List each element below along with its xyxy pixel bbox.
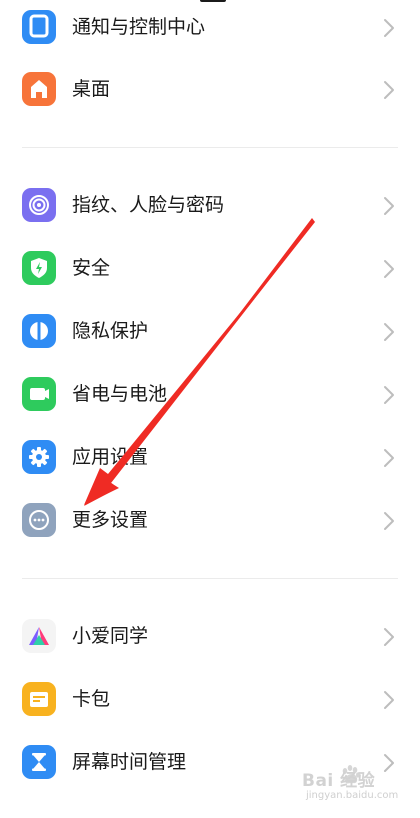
settings-item-battery[interactable]: 省电与电池 [0, 363, 420, 426]
settings-item-label: 通知与控制中心 [72, 16, 206, 38]
settings-item-desktop[interactable]: 桌面 [0, 58, 420, 121]
settings-item-more-settings[interactable]: 更多设置 [0, 489, 420, 552]
xiaoai-icon [22, 619, 56, 653]
section-divider [22, 578, 398, 579]
shield-icon [22, 251, 56, 285]
wallet-icon [22, 682, 56, 716]
chevron-right-icon [384, 81, 394, 99]
settings-item-label: 应用设置 [72, 446, 149, 468]
chevron-right-icon [384, 512, 394, 530]
settings-item-label: 更多设置 [72, 509, 149, 531]
chevron-right-icon [384, 19, 394, 37]
settings-item-label: 指纹、人脸与密码 [72, 194, 225, 216]
settings-item-label: 安全 [72, 257, 111, 279]
settings-item-label: 省电与电池 [72, 383, 168, 405]
watermark-text: Bai 经验 [302, 771, 376, 791]
settings-item-label: 隐私保护 [72, 320, 149, 342]
settings-item-label: 桌面 [72, 78, 111, 100]
settings-screen: 通知与控制中心 桌面 指纹、人脸与密码 安全 隐私保护 省电与电池 应用设置 更… [0, 0, 420, 818]
settings-item-label: 小爱同学 [72, 625, 149, 647]
settings-item-label: 屏幕时间管理 [72, 751, 187, 773]
more-dots-icon [22, 503, 56, 537]
chevron-right-icon [384, 197, 394, 215]
watermark: Bai 经验 jingyan.baidu.com [300, 760, 416, 812]
chevron-right-icon [384, 323, 394, 341]
chevron-right-icon [384, 386, 394, 404]
settings-item-xiaoai[interactable]: 小爱同学 [0, 605, 420, 668]
chevron-right-icon [384, 691, 394, 709]
chevron-right-icon [384, 449, 394, 467]
settings-item-security[interactable]: 安全 [0, 237, 420, 300]
settings-item-fingerprint-face-password[interactable]: 指纹、人脸与密码 [0, 174, 420, 237]
section-divider [22, 147, 398, 148]
chevron-right-icon [384, 628, 394, 646]
settings-item-app-settings[interactable]: 应用设置 [0, 426, 420, 489]
battery-icon [22, 377, 56, 411]
fingerprint-icon [22, 188, 56, 222]
notification-control-icon [22, 10, 56, 44]
hourglass-icon [22, 745, 56, 779]
gear-icon [22, 440, 56, 474]
chevron-right-icon [384, 260, 394, 278]
settings-item-privacy[interactable]: 隐私保护 [0, 300, 420, 363]
settings-item-notification-control[interactable]: 通知与控制中心 [0, 0, 420, 59]
settings-item-label: 卡包 [72, 688, 111, 710]
home-icon [22, 72, 56, 106]
settings-item-card-wallet[interactable]: 卡包 [0, 668, 420, 731]
watermark-url: jingyan.baidu.com [306, 790, 399, 801]
privacy-icon [22, 314, 56, 348]
